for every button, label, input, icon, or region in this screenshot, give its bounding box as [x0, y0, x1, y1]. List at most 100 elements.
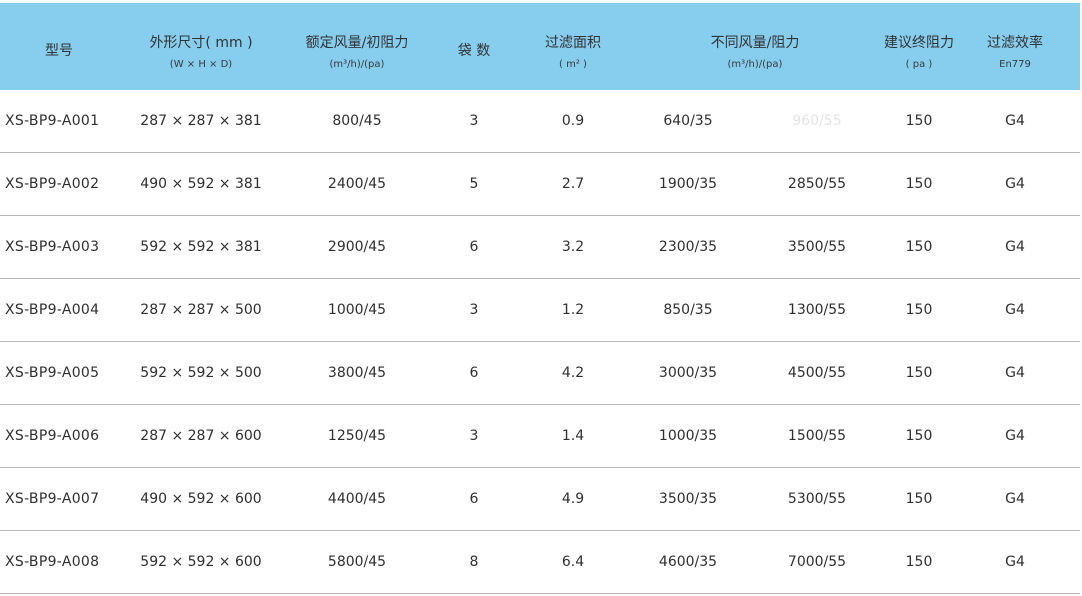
- cell-model: XS-BP9-A008: [5, 554, 100, 570]
- cell-flow-low: 4600/35: [658, 554, 718, 570]
- cell-filter-area: 6.4: [561, 554, 585, 570]
- header-eff-label: 过滤效率: [987, 35, 1043, 51]
- cell-flow-high: 3500/55: [787, 239, 847, 255]
- cell-rated-flow: 800/45: [332, 113, 382, 129]
- header-final-label: 建议终阻力: [884, 35, 954, 51]
- cell-final-resistance: 150: [905, 113, 933, 129]
- cell-filter-area: 4.9: [561, 491, 585, 507]
- header-rated-sub: (m³/h)/(pa): [329, 59, 385, 70]
- header-size-sub: (W × H × D): [169, 59, 233, 70]
- header-bags-label: 袋 数: [457, 43, 491, 59]
- header-flow: 不同风量/阻力 (m³/h)/(pa): [690, 3, 820, 90]
- header-flow-sub: (m³/h)/(pa): [727, 59, 783, 70]
- cell-efficiency: G4: [1005, 302, 1025, 318]
- cell-rated-flow: 4400/45: [327, 491, 387, 507]
- cell-flow-low: 850/35: [663, 302, 713, 318]
- cell-efficiency: G4: [1005, 113, 1025, 129]
- header-eff: 过滤效率 En779: [972, 3, 1058, 90]
- table-header: 型号 外形尺寸( mm ) (W × H × D) 额定风量/初阻力 (m³/h…: [0, 3, 1080, 90]
- cell-model: XS-BP9-A003: [5, 239, 100, 255]
- cell-final-resistance: 150: [905, 365, 933, 381]
- cell-efficiency: G4: [1005, 428, 1025, 444]
- table-body: XS-BP9-A001 287 × 287 × 381 800/45 3 0.9…: [0, 90, 1080, 594]
- cell-flow-high: 2850/55: [787, 176, 847, 192]
- cell-rated-flow: 2400/45: [327, 176, 387, 192]
- cell-size: 287 × 287 × 381: [140, 113, 262, 129]
- header-area-label: 过滤面积: [545, 35, 601, 51]
- cell-size: 592 × 592 × 500: [140, 365, 262, 381]
- table-row: XS-BP9-A007 490 × 592 × 600 4400/45 6 4.…: [0, 468, 1080, 531]
- cell-flow-low: 2300/35: [658, 239, 718, 255]
- cell-rated-flow: 3800/45: [327, 365, 387, 381]
- cell-flow-low: 1900/35: [658, 176, 718, 192]
- cell-size: 490 × 592 × 600: [140, 491, 262, 507]
- cell-efficiency: G4: [1005, 365, 1025, 381]
- cell-flow-high: 4500/55: [787, 365, 847, 381]
- cell-filter-area: 2.7: [561, 176, 585, 192]
- cell-rated-flow: 5800/45: [327, 554, 387, 570]
- cell-rated-flow: 1250/45: [327, 428, 387, 444]
- header-eff-sub: En779: [999, 59, 1031, 70]
- cell-flow-low: 1000/35: [658, 428, 718, 444]
- cell-model: XS-BP9-A002: [5, 176, 100, 192]
- header-model-label: 型号: [45, 43, 73, 59]
- header-bags: 袋 数: [437, 3, 511, 90]
- cell-rated-flow: 1000/45: [327, 302, 387, 318]
- cell-filter-area: 0.9: [561, 113, 585, 129]
- cell-flow-high: 7000/55: [787, 554, 847, 570]
- cell-size: 490 × 592 × 381: [140, 176, 262, 192]
- cell-flow-high: 5300/55: [787, 491, 847, 507]
- header-flow-label: 不同风量/阻力: [710, 35, 800, 51]
- cell-bag-count: 5: [469, 176, 479, 192]
- cell-filter-area: 1.2: [561, 302, 585, 318]
- cell-flow-high: 960/55: [792, 113, 842, 129]
- cell-efficiency: G4: [1005, 491, 1025, 507]
- header-model: 型号: [0, 3, 118, 90]
- table-row: XS-BP9-A003 592 × 592 × 381 2900/45 6 3.…: [0, 216, 1080, 279]
- table-row: XS-BP9-A004 287 × 287 × 500 1000/45 3 1.…: [0, 279, 1080, 342]
- cell-final-resistance: 150: [905, 239, 933, 255]
- cell-model: XS-BP9-A001: [5, 113, 100, 129]
- cell-final-resistance: 150: [905, 554, 933, 570]
- cell-bag-count: 3: [469, 428, 479, 444]
- cell-efficiency: G4: [1005, 554, 1025, 570]
- cell-filter-area: 3.2: [561, 239, 585, 255]
- header-rated: 额定风量/初阻力 (m³/h)/(pa): [290, 3, 424, 90]
- cell-size: 592 × 592 × 600: [140, 554, 262, 570]
- cell-final-resistance: 150: [905, 491, 933, 507]
- table-row: XS-BP9-A006 287 × 287 × 600 1250/45 3 1.…: [0, 405, 1080, 468]
- cell-model: XS-BP9-A007: [5, 491, 100, 507]
- cell-filter-area: 1.4: [561, 428, 585, 444]
- cell-flow-low: 3000/35: [658, 365, 718, 381]
- cell-model: XS-BP9-A004: [5, 302, 100, 318]
- header-final-sub: ( pa ): [905, 59, 933, 70]
- header-final: 建议终阻力 ( pa ): [870, 3, 968, 90]
- table-row: XS-BP9-A008 592 × 592 × 600 5800/45 8 6.…: [0, 531, 1080, 594]
- header-area: 过滤面积 ( m² ): [527, 3, 619, 90]
- cell-flow-high: 1500/55: [787, 428, 847, 444]
- cell-efficiency: G4: [1005, 239, 1025, 255]
- table-row: XS-BP9-A002 490 × 592 × 381 2400/45 5 2.…: [0, 153, 1080, 216]
- cell-bag-count: 8: [469, 554, 479, 570]
- cell-flow-high: 1300/55: [787, 302, 847, 318]
- cell-size: 287 × 287 × 600: [140, 428, 262, 444]
- cell-final-resistance: 150: [905, 428, 933, 444]
- cell-final-resistance: 150: [905, 176, 933, 192]
- header-rated-label: 额定风量/初阻力: [305, 35, 409, 51]
- cell-bag-count: 6: [469, 365, 479, 381]
- table-row: XS-BP9-A001 287 × 287 × 381 800/45 3 0.9…: [0, 90, 1080, 153]
- cell-bag-count: 6: [469, 491, 479, 507]
- cell-efficiency: G4: [1005, 176, 1025, 192]
- cell-final-resistance: 150: [905, 302, 933, 318]
- header-area-sub: ( m² ): [559, 59, 587, 70]
- cell-model: XS-BP9-A005: [5, 365, 100, 381]
- cell-flow-low: 3500/35: [658, 491, 718, 507]
- cell-rated-flow: 2900/45: [327, 239, 387, 255]
- cell-size: 287 × 287 × 500: [140, 302, 262, 318]
- cell-model: XS-BP9-A006: [5, 428, 100, 444]
- cell-size: 592 × 592 × 381: [140, 239, 262, 255]
- header-size: 外形尺寸( mm ) (W × H × D): [130, 3, 272, 90]
- cell-bag-count: 6: [469, 239, 479, 255]
- cell-filter-area: 4.2: [561, 365, 585, 381]
- cell-flow-low: 640/35: [663, 113, 713, 129]
